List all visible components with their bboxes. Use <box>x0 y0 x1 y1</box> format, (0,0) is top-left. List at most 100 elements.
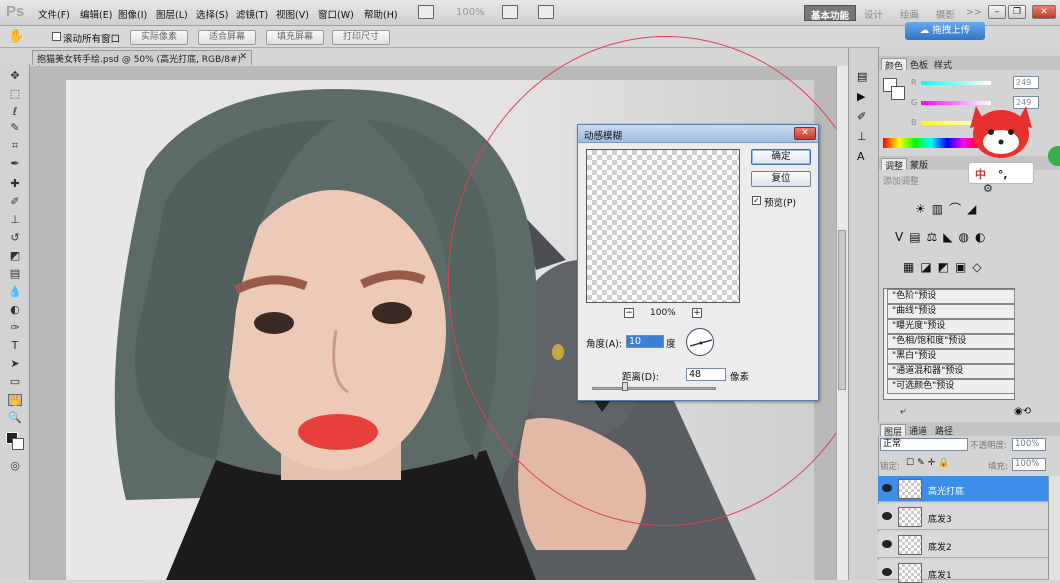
workspace-more[interactable]: >> <box>960 5 988 21</box>
tab-paths[interactable]: 路径 <box>932 424 956 437</box>
zoom-level[interactable]: 100% <box>456 7 485 18</box>
angle-dial[interactable] <box>686 328 714 356</box>
path-select-icon[interactable]: ➤ <box>8 358 22 370</box>
type-tool-icon[interactable]: T <box>8 340 22 352</box>
eraser-tool-icon[interactable]: ◩ <box>8 250 22 262</box>
layer-row[interactable]: 底发1 <box>878 560 1048 583</box>
tab-color[interactable]: 颜色 <box>881 58 908 72</box>
channel-r-slider[interactable] <box>921 81 991 85</box>
tab-swatches[interactable]: 色板 <box>907 58 931 71</box>
menu-window[interactable]: 窗口(W) <box>318 7 354 21</box>
menu-view[interactable]: 视图(V) <box>276 7 309 21</box>
zoom-tool-icon[interactable]: 🔍 <box>8 412 22 424</box>
layers-scrollbar[interactable] <box>1048 476 1060 580</box>
lasso-tool-icon[interactable]: ℓ <box>8 106 22 118</box>
quick-mask-icon[interactable]: ◎ <box>8 460 22 472</box>
tab-adjustments[interactable]: 调整 <box>881 158 908 172</box>
scrollbar-thumb[interactable] <box>838 230 846 390</box>
settings-icon[interactable]: ⚙ <box>983 182 993 195</box>
preset-levels[interactable]: "色阶"预设 <box>887 289 1015 304</box>
print-size-button[interactable]: 打印尺寸 <box>332 30 390 45</box>
hand-tool-icon[interactable]: ✋ <box>8 394 23 407</box>
ime-punctuation[interactable]: °, <box>998 168 1008 181</box>
menu-help[interactable]: 帮助(H) <box>364 7 398 21</box>
zoom-in-button[interactable]: + <box>692 308 702 318</box>
blend-mode-select[interactable]: 正常 <box>880 438 968 451</box>
preset-exposure[interactable]: "曝光度"预设 <box>887 319 1015 334</box>
menu-select[interactable]: 选择(S) <box>196 7 228 21</box>
dialog-titlebar[interactable]: 动感模糊 ✕ <box>578 125 818 143</box>
actions-icon[interactable]: ▶ <box>857 90 865 103</box>
actual-pixels-button[interactable]: 实际像素 <box>130 30 188 45</box>
healing-brush-icon[interactable]: ✚ <box>8 178 22 190</box>
tab-layers[interactable]: 图层 <box>880 424 907 438</box>
quick-select-icon[interactable]: ✎ <box>8 122 22 134</box>
preview-checkbox[interactable]: ✓ <box>752 196 761 205</box>
history-brush-icon[interactable]: ↺ <box>8 232 22 244</box>
blur-tool-icon[interactable]: 💧 <box>8 286 22 298</box>
preset-hue-saturation[interactable]: "色相/饱和度"预设 <box>887 334 1015 349</box>
filter-preview[interactable] <box>586 149 740 303</box>
gradient-tool-icon[interactable]: ▤ <box>8 268 22 280</box>
background-color-swatch[interactable] <box>12 438 24 450</box>
eye-icon[interactable] <box>882 484 892 492</box>
drag-upload-button[interactable]: ☁ 拖拽上传 <box>905 22 985 40</box>
ok-button[interactable]: 确定 <box>751 149 811 165</box>
eye-icon[interactable] <box>882 540 892 548</box>
arrange-icon[interactable] <box>502 5 518 19</box>
zoom-out-button[interactable]: − <box>624 308 634 318</box>
channel-r-value[interactable]: 249 <box>1013 76 1039 89</box>
adjust-icons-row-1[interactable]: ☀▥⌒◢ <box>915 200 982 217</box>
clone-source-icon[interactable]: ⊥ <box>857 130 867 143</box>
reset-button[interactable]: 复位 <box>751 171 811 187</box>
preset-curves[interactable]: "曲线"预设 <box>887 304 1015 319</box>
ime-toolbar[interactable]: 中 °, ⚙ <box>968 162 1034 195</box>
pen-tool-icon[interactable]: ✑ <box>8 322 22 334</box>
distance-slider[interactable] <box>592 387 716 390</box>
history-icon[interactable]: ▤ <box>857 70 867 83</box>
distance-input[interactable]: 48 <box>686 368 726 381</box>
tab-masks[interactable]: 蒙版 <box>907 158 931 171</box>
character-icon[interactable]: A <box>857 150 865 163</box>
preset-selective-color[interactable]: "可选颜色"预设 <box>887 379 1015 394</box>
layer-row[interactable]: 底发2 <box>878 532 1048 558</box>
dialog-close-icon[interactable]: ✕ <box>794 127 816 140</box>
hand-tool-icon[interactable]: ✋ <box>8 29 24 44</box>
document-tab[interactable]: 抱猫美女转手绘.psd @ 50% (高光打底, RGB/8#) * ✕ <box>32 50 252 75</box>
background-color[interactable] <box>891 86 905 100</box>
menu-image[interactable]: 图像(I) <box>118 7 147 21</box>
restore-icon[interactable]: ❐ <box>1008 5 1026 19</box>
adjust-icons-row-2[interactable]: V▤⚖◣◍◐ <box>895 230 991 244</box>
eye-icon[interactable] <box>882 568 892 576</box>
workspace-essentials[interactable]: 基本功能 <box>804 5 857 22</box>
scroll-all-checkbox[interactable] <box>52 32 61 41</box>
adjust-icons-row-3[interactable]: ▦◪◩▣◇ <box>903 260 988 274</box>
vertical-scrollbar[interactable] <box>836 66 848 580</box>
layer-row[interactable]: 高光打底 <box>878 476 1048 502</box>
eyedropper-icon[interactable]: ✒ <box>8 158 22 170</box>
lock-icons[interactable]: ☐✎✛🔒 <box>906 458 952 468</box>
screen-mode-icon[interactable] <box>538 5 554 19</box>
crop-tool-icon[interactable]: ⌗ <box>8 140 22 152</box>
ime-mascot-widget[interactable]: 中 °, ⚙ <box>962 96 1040 195</box>
minimize-icon[interactable]: – <box>988 5 1006 19</box>
adjust-footer-icons[interactable]: ◉⟲ <box>1014 406 1031 417</box>
adjust-return-icon[interactable]: ⤶ <box>900 406 906 417</box>
preset-black-white[interactable]: "黑白"预设 <box>887 349 1015 364</box>
preset-channel-mixer[interactable]: "通道混和器"预设 <box>887 364 1015 379</box>
brush-tool-icon[interactable]: ✐ <box>8 196 22 208</box>
workspace-design[interactable]: 设计 <box>858 5 889 21</box>
menu-edit[interactable]: 编辑(E) <box>80 7 112 21</box>
brush-preset-icon[interactable]: ✐ <box>857 110 866 123</box>
fill-input[interactable]: 100% <box>1012 458 1046 471</box>
bridge-icon[interactable] <box>418 5 434 19</box>
layer-row[interactable]: 底发3 <box>878 504 1048 530</box>
dodge-tool-icon[interactable]: ◐ <box>8 304 22 316</box>
move-tool-icon[interactable]: ✥ <box>8 70 22 82</box>
clone-stamp-icon[interactable]: ⊥ <box>8 214 22 226</box>
angle-input[interactable]: 10 <box>626 335 664 348</box>
menu-file[interactable]: 文件(F) <box>38 7 70 21</box>
eye-icon[interactable] <box>882 512 892 520</box>
close-icon[interactable]: ✕ <box>1032 5 1056 19</box>
tab-channels[interactable]: 通道 <box>906 424 930 437</box>
